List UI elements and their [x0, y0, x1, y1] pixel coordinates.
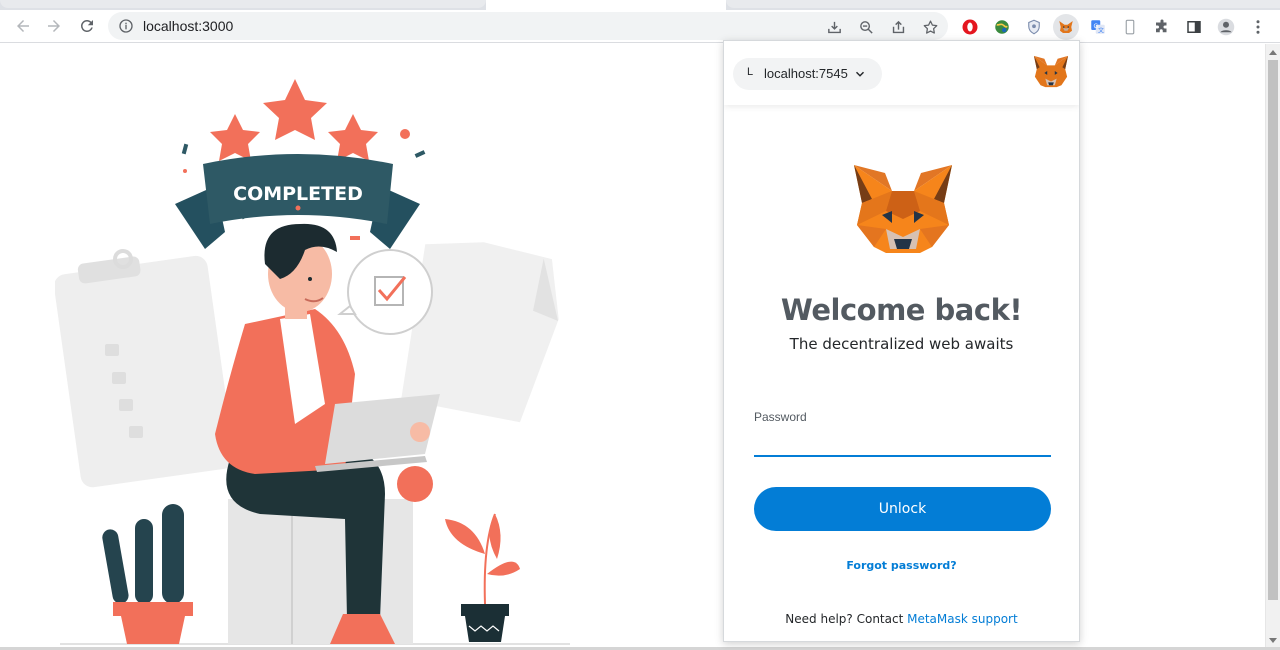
network-selector[interactable]: L localhost:7545	[733, 58, 882, 90]
zoom-button[interactable]	[855, 16, 877, 38]
help-text: Need help? Contact MetaMask support	[724, 612, 1079, 626]
browser-toolbar: localhost:3000 G文	[0, 10, 1280, 43]
shield-extension[interactable]	[1021, 14, 1047, 40]
side-panel-button[interactable]	[1181, 14, 1207, 40]
banner-text: COMPLETED	[233, 183, 363, 205]
metamask-popup: L localhost:7545 Welcome back! The decen…	[723, 40, 1080, 642]
unlock-button[interactable]: Unlock	[754, 487, 1051, 531]
translate-icon: G文	[1091, 20, 1105, 34]
browser-menu-button[interactable]	[1245, 14, 1271, 40]
globe-extension-icon	[995, 20, 1009, 34]
scroll-thumb[interactable]	[1268, 60, 1278, 600]
metamask-logo-icon	[1033, 55, 1069, 88]
share-icon	[892, 20, 904, 33]
opera-icon	[962, 19, 978, 35]
install-button[interactable]	[823, 16, 845, 38]
tab-inactive-right[interactable]	[726, 0, 1280, 8]
url-text[interactable]: localhost:3000	[143, 18, 233, 34]
page-scrollbar[interactable]	[1265, 44, 1280, 647]
install-icon	[827, 21, 841, 33]
help-prefix: Need help? Contact	[785, 612, 904, 626]
scroll-down-arrow[interactable]	[1269, 638, 1277, 643]
profile-avatar-icon	[1217, 18, 1235, 36]
tab-inactive-left[interactable]	[0, 0, 486, 8]
back-button[interactable]	[11, 14, 35, 38]
translate-extension[interactable]: G文	[1085, 14, 1111, 40]
metamask-fox-logo-icon	[854, 165, 952, 253]
password-input[interactable]	[754, 429, 1051, 457]
forward-icon	[48, 20, 60, 32]
extensions-puzzle-icon	[1156, 19, 1167, 33]
zoom-out-icon	[859, 20, 873, 34]
metamask-extension[interactable]	[1053, 14, 1079, 40]
chevron-down-icon	[855, 71, 865, 77]
checkmark-bubble	[337, 249, 433, 335]
network-initial: L	[746, 66, 754, 78]
svg-text:文: 文	[1098, 26, 1104, 34]
bookmark-button[interactable]	[919, 16, 941, 38]
share-button[interactable]	[887, 16, 909, 38]
clipboard-illustration	[55, 249, 235, 488]
phone-frame-icon	[1125, 19, 1135, 35]
profile-button[interactable]	[1213, 14, 1239, 40]
back-icon	[17, 20, 29, 32]
password-label: Password	[754, 410, 807, 424]
scroll-up-arrow[interactable]	[1269, 50, 1277, 55]
metamask-support-link[interactable]: MetaMask support	[907, 612, 1018, 626]
address-bar[interactable]: localhost:3000	[108, 12, 948, 40]
metamask-header: L localhost:7545	[724, 41, 1079, 105]
reload-button[interactable]	[75, 14, 99, 38]
phone-frame-extension[interactable]	[1117, 14, 1143, 40]
tab-strip	[0, 0, 1280, 10]
side-panel-icon	[1187, 21, 1201, 33]
network-label: localhost:7545	[764, 66, 848, 81]
tab-active[interactable]	[486, 0, 726, 10]
globe-extension[interactable]	[989, 14, 1015, 40]
metamask-fox-icon	[1059, 21, 1073, 33]
reload-icon	[80, 19, 93, 32]
extensions-button[interactable]	[1149, 14, 1175, 40]
cactus-plant	[102, 504, 193, 644]
info-icon[interactable]	[118, 18, 134, 34]
stars-rating	[210, 79, 378, 161]
potted-plant	[445, 513, 520, 642]
forward-button[interactable]	[42, 14, 66, 38]
opera-extension[interactable]	[957, 14, 983, 40]
welcome-subtitle: The decentralized web awaits	[789, 335, 1014, 353]
forgot-password-link[interactable]: Forgot password?	[724, 559, 1079, 572]
welcome-title: Welcome back!	[780, 293, 1023, 327]
kebab-menu-icon	[1256, 20, 1260, 34]
bookmark-star-icon	[923, 19, 937, 34]
shield-extension-icon	[1028, 19, 1040, 35]
completed-illustration: COMPLETED	[55, 79, 570, 645]
